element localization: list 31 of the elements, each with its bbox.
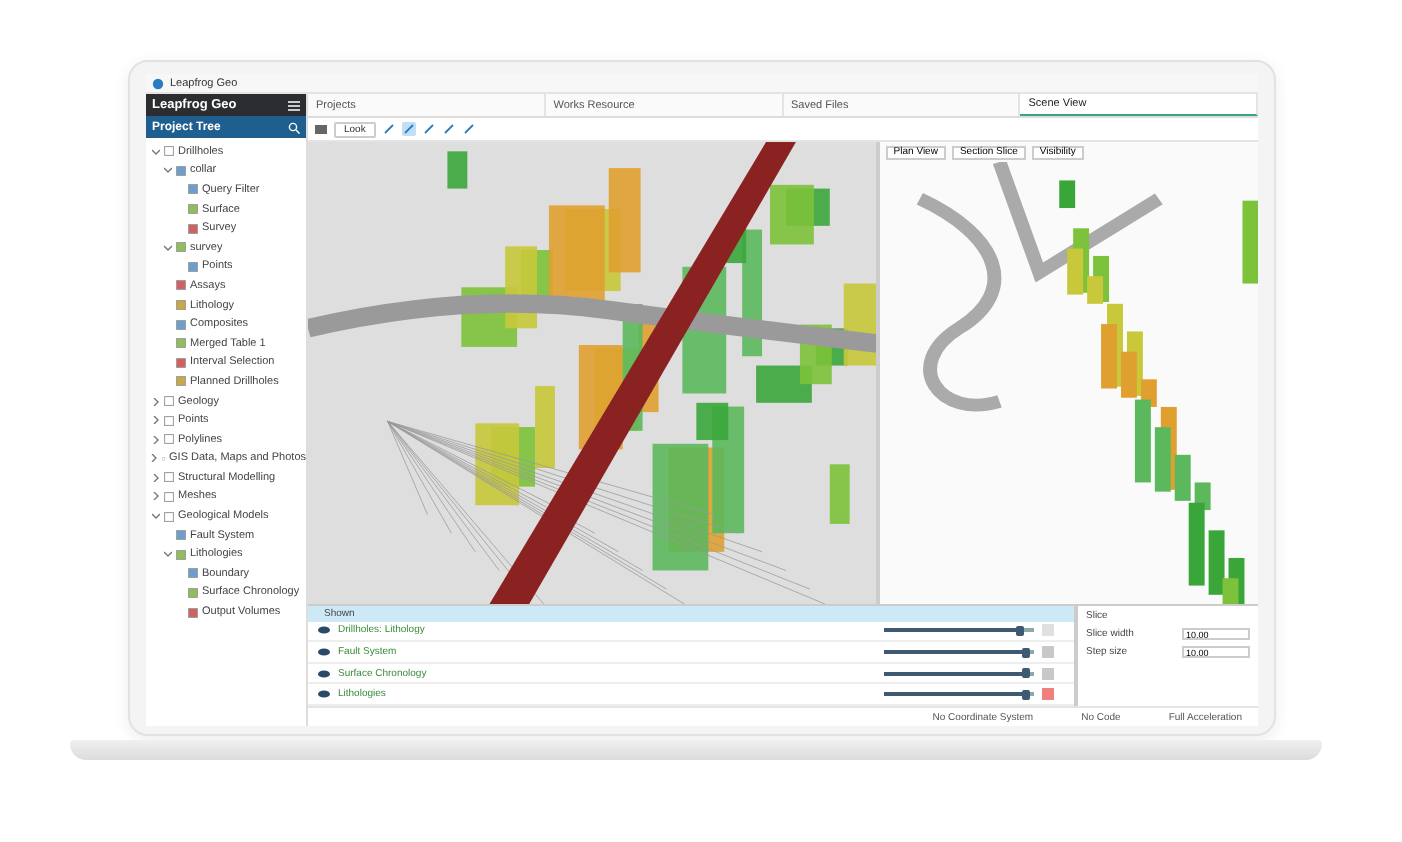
search-icon: [288, 121, 300, 133]
slider-track[interactable]: [884, 689, 1034, 700]
slider-thumb[interactable]: [1015, 625, 1023, 636]
eye-icon[interactable]: [318, 648, 330, 657]
expand-caret-icon[interactable]: [151, 492, 159, 501]
collapse-caret-icon[interactable]: [163, 243, 171, 252]
color-swatch[interactable]: [1042, 624, 1054, 637]
color-swatch[interactable]: [1042, 688, 1054, 701]
collapse-caret-icon[interactable]: [151, 147, 159, 156]
collapse-caret-icon[interactable]: [151, 512, 159, 521]
menu-icon: [288, 99, 300, 111]
expand-caret-icon[interactable]: [151, 416, 159, 425]
slider-track[interactable]: [884, 668, 1034, 679]
expand-caret-icon[interactable]: [151, 435, 159, 444]
slider-track[interactable]: [884, 647, 1034, 658]
eye-icon[interactable]: [318, 626, 330, 635]
expand-caret-icon[interactable]: [150, 454, 158, 463]
slider-thumb[interactable]: [1022, 647, 1031, 658]
expand-caret-icon[interactable]: [151, 397, 159, 406]
color-swatch[interactable]: [1042, 646, 1054, 659]
slider-thumb[interactable]: [1022, 689, 1031, 700]
eye-icon[interactable]: [318, 669, 330, 678]
collapse-caret-icon[interactable]: [163, 166, 171, 175]
slider-thumb[interactable]: [1022, 668, 1031, 679]
collapse-caret-icon[interactable]: [163, 550, 171, 559]
expand-caret-icon[interactable]: [151, 473, 159, 482]
pencil-icon[interactable]: [401, 122, 416, 136]
color-swatch[interactable]: [1042, 667, 1054, 680]
app-logo-icon: [152, 77, 164, 89]
pencil-icon[interactable]: [381, 122, 396, 136]
eye-icon[interactable]: [318, 690, 330, 699]
